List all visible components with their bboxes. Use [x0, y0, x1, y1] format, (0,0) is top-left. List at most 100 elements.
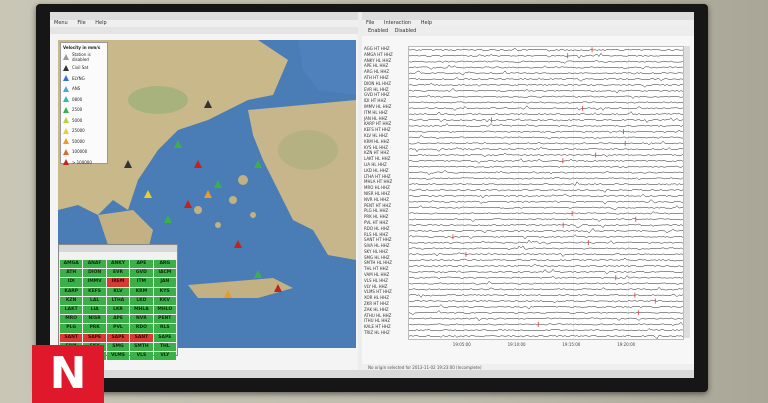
station-cell[interactable]: VLMS	[106, 351, 130, 361]
station-cell[interactable]: SAPE	[153, 333, 176, 342]
station-cell[interactable]: IMMV	[83, 278, 106, 287]
disabled-tab[interactable]: Disabled	[395, 28, 417, 34]
time-tick-label: 19:10:00	[507, 342, 526, 347]
station-cell[interactable]: SAPE	[106, 333, 130, 342]
station-cell[interactable]: KARP	[60, 287, 83, 296]
station-cell[interactable]: ATH	[60, 269, 83, 278]
station-cell[interactable]: LAL	[83, 296, 106, 305]
menu-item[interactable]: Help	[95, 20, 106, 26]
trace-line	[408, 223, 684, 228]
enabled-tab[interactable]: Enabled	[368, 28, 388, 34]
trace-line	[408, 199, 684, 205]
station-cell[interactable]: VLS	[130, 351, 153, 361]
station-cell[interactable]: JAN	[153, 278, 176, 287]
trace-scrollbar[interactable]	[684, 46, 690, 338]
trace-line	[408, 263, 683, 268]
station-cell[interactable]: SAPE	[83, 333, 106, 342]
menu-item[interactable]: File	[77, 20, 85, 26]
station-cell[interactable]: THL	[153, 342, 176, 351]
trace-line	[408, 158, 684, 164]
trace-window-titlebar	[362, 12, 694, 20]
station-cell[interactable]: LKD	[130, 296, 153, 305]
station-cell[interactable]: KKV	[153, 296, 176, 305]
station-panel-titlebar	[59, 245, 177, 252]
map-menubar: Menu File Help	[50, 20, 358, 27]
station-cell[interactable]: LAKT	[60, 305, 83, 315]
menu-item[interactable]: Help	[421, 20, 432, 26]
station-cell[interactable]: LTHA	[106, 296, 130, 305]
trace-line	[408, 286, 684, 291]
station-cell[interactable]: IDI	[60, 278, 83, 287]
menu-item[interactable]: Menu	[54, 20, 68, 26]
station-cell[interactable]: MHLA	[130, 305, 153, 315]
station-cell[interactable]: KRM	[130, 287, 153, 296]
station-cell[interactable]: KZN	[60, 296, 83, 305]
trace-line	[408, 275, 684, 280]
station-cell[interactable]: APE	[130, 260, 153, 269]
station-cell[interactable]: IREM	[106, 278, 130, 287]
station-cell[interactable]: NVR	[130, 315, 153, 324]
triangle-icon	[63, 85, 69, 92]
channel-label: TRIZ HL HHZ	[364, 330, 390, 336]
station-cell[interactable]: VLY	[153, 351, 176, 361]
station-cell[interactable]: PVL	[106, 324, 130, 333]
trace-line	[408, 140, 684, 146]
trace-line	[409, 181, 684, 187]
station-cell[interactable]: ANAF	[83, 260, 106, 269]
trace-window: File Interaction Help Enabled Disabled A…	[362, 12, 694, 378]
trace-line	[408, 70, 684, 76]
station-cell[interactable]: GVD	[130, 269, 153, 278]
legend-item: ANS	[61, 84, 107, 95]
station-cell[interactable]: ARG	[153, 260, 176, 269]
trace-line	[408, 177, 684, 181]
station-cell[interactable]: DION	[83, 269, 106, 278]
station-cell[interactable]: KLV	[106, 287, 130, 296]
station-cell[interactable]: RLS	[153, 324, 176, 333]
trace-line	[408, 188, 684, 193]
legend-item: Station is disabled	[61, 52, 107, 63]
station-cell[interactable]: SANT	[60, 333, 83, 342]
menu-item[interactable]: File	[366, 20, 374, 26]
station-cell[interactable]: AMGA	[60, 260, 83, 269]
station-cell[interactable]: IACM	[153, 269, 176, 278]
trace-line	[408, 117, 684, 123]
station-cell[interactable]: LIA	[83, 305, 106, 315]
station-cell[interactable]: PLG	[60, 324, 83, 333]
trace-line	[408, 310, 684, 316]
triangle-icon	[63, 138, 69, 145]
station-cell[interactable]: MHLO	[153, 305, 176, 315]
trace-line	[408, 105, 684, 111]
station-cell[interactable]: PENT	[153, 315, 176, 324]
trace-line	[408, 82, 684, 88]
station-cell[interactable]: KEFS	[83, 287, 106, 296]
trace-line	[408, 169, 684, 176]
station-cell[interactable]: KYS	[153, 287, 176, 296]
legend-item: 25000	[61, 126, 107, 137]
station-cell[interactable]: PRK	[83, 324, 106, 333]
triangle-icon	[63, 96, 69, 103]
station-cell[interactable]: SMTH	[130, 342, 153, 351]
station-cell[interactable]: ITM	[130, 278, 153, 287]
legend-item: 50000	[61, 136, 107, 147]
station-cell[interactable]: RDO	[130, 324, 153, 333]
legend-item: 0800	[61, 94, 107, 105]
trace-line	[408, 101, 684, 104]
map-window: Menu File Help Velocity in mm/s Station …	[50, 12, 358, 378]
menu-item[interactable]: Interaction	[384, 20, 411, 26]
trace-line	[408, 94, 684, 99]
trace-line	[408, 59, 684, 64]
station-cell[interactable]: EVR	[106, 269, 130, 278]
station-cell[interactable]: APE	[106, 315, 130, 324]
station-cell[interactable]: SMG	[106, 342, 130, 351]
legend-item: 100000	[61, 147, 107, 158]
trace-toolbar: Enabled Disabled	[362, 27, 694, 36]
station-cell[interactable]: SANT	[130, 333, 153, 342]
station-cell[interactable]: NISR	[83, 315, 106, 324]
station-cell[interactable]: ANKY	[106, 260, 130, 269]
trace-line	[408, 228, 684, 234]
station-cell[interactable]: MRO	[60, 315, 83, 324]
station-cell[interactable]: LKR	[106, 305, 130, 315]
seismogram-traces[interactable]	[408, 46, 684, 340]
trace-line	[408, 64, 684, 70]
triangle-icon	[63, 75, 69, 82]
